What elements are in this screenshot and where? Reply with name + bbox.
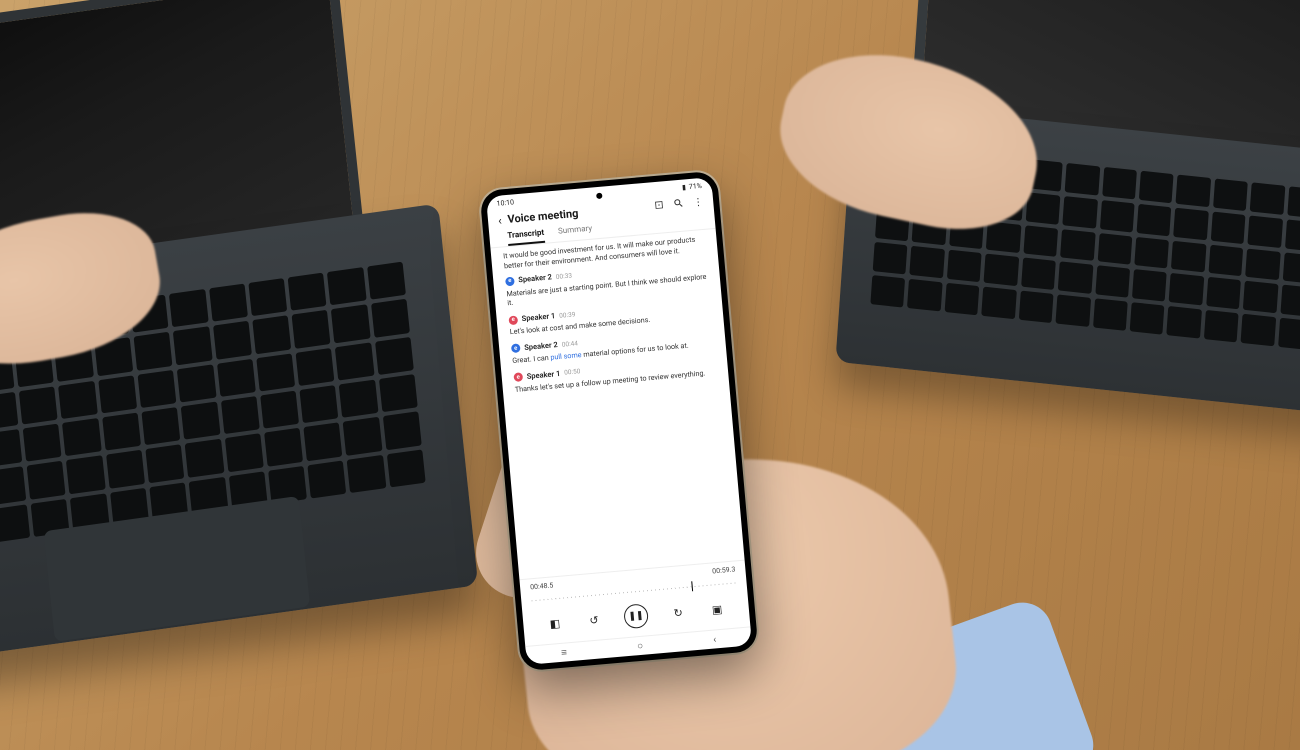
back-icon[interactable]: ‹: [498, 214, 503, 226]
pause-button[interactable]: ❚❚: [623, 603, 649, 629]
timestamp: 00:39: [559, 310, 576, 320]
speaker-icon: e: [505, 277, 515, 287]
status-time: 10:10: [496, 198, 514, 207]
tab-transcript[interactable]: Transcript: [507, 225, 545, 246]
tab-summary[interactable]: Summary: [557, 221, 593, 242]
export-button[interactable]: ▣: [707, 599, 727, 619]
bookmark-button[interactable]: ◧: [545, 614, 565, 634]
speaker-icon: e: [511, 344, 521, 354]
signal-icon: ▮: [682, 183, 687, 191]
timestamp: 00:44: [561, 339, 578, 349]
battery-text: 71%: [689, 182, 703, 191]
speaker-icon: e: [513, 372, 523, 382]
speaker-icon: e: [508, 315, 518, 325]
home-icon[interactable]: ○: [637, 640, 644, 651]
time-total: 00:59.3: [712, 565, 736, 575]
highlighted-phrase: pull some: [550, 350, 582, 362]
timestamp: 00:33: [556, 272, 573, 282]
rewind-button[interactable]: ↺: [584, 610, 604, 630]
speaker-name: Speaker 1: [521, 311, 555, 324]
search-icon[interactable]: [673, 198, 684, 212]
seek-handle[interactable]: [691, 581, 693, 591]
speaker-name: Speaker 1: [526, 369, 560, 382]
time-current: 00:48.5: [530, 581, 554, 591]
speaker-name: Speaker 2: [524, 340, 558, 353]
smartphone: 10:10 ▮ 71% ‹ Voice meeting ⚀ ⋮ Transcri…: [479, 171, 758, 672]
timestamp: 00:50: [564, 368, 581, 378]
recents-icon[interactable]: ≡: [561, 647, 568, 658]
more-icon[interactable]: ⋮: [693, 197, 704, 209]
phone-screen: 10:10 ▮ 71% ‹ Voice meeting ⚀ ⋮ Transcri…: [486, 177, 752, 665]
speaker-name: Speaker 2: [518, 273, 552, 286]
transcript-scroll[interactable]: It would be good investment for us. It w…: [490, 229, 744, 579]
photo-scene: 10:10 ▮ 71% ‹ Voice meeting ⚀ ⋮ Transcri…: [0, 0, 1300, 750]
share-icon[interactable]: ⚀: [654, 200, 664, 212]
back-nav-icon[interactable]: ‹: [713, 634, 717, 645]
forward-button[interactable]: ↻: [668, 603, 688, 623]
